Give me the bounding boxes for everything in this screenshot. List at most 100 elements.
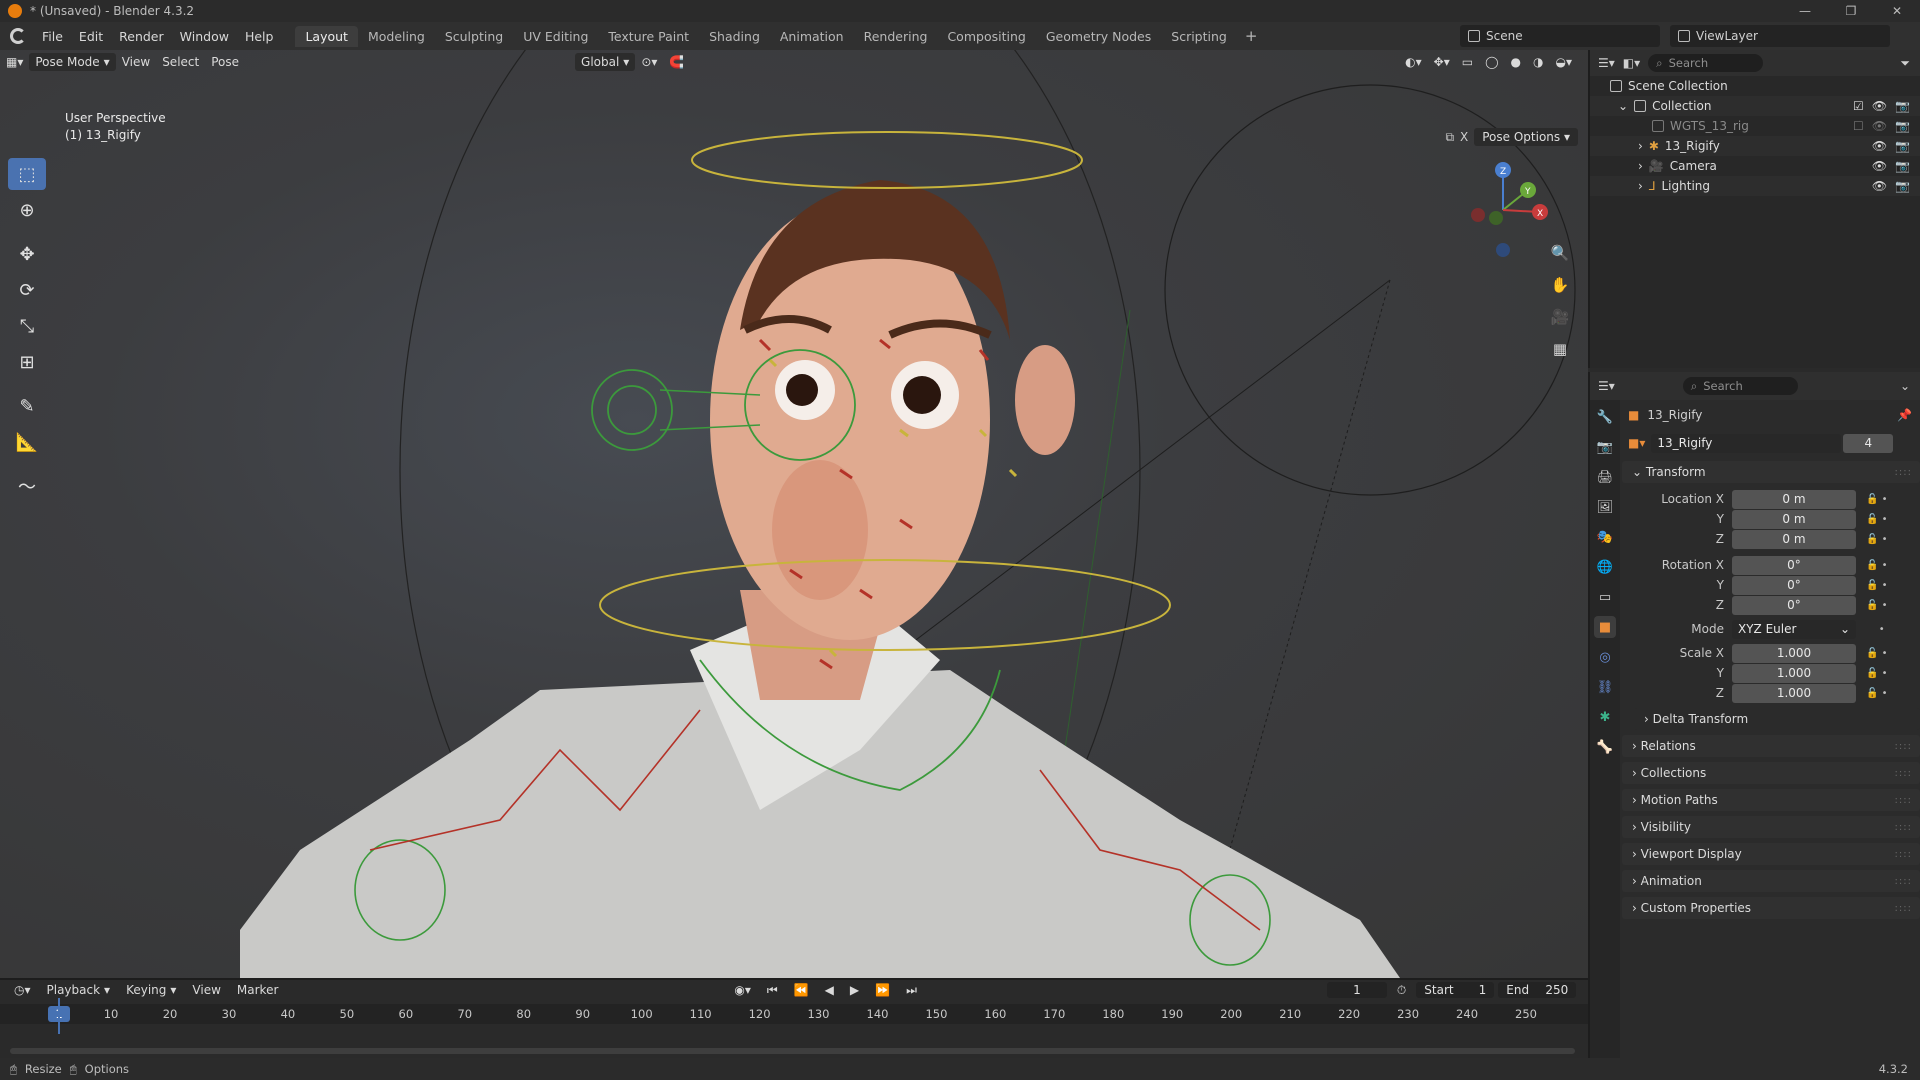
rig-head-control[interactable] [691, 131, 1083, 189]
pose-options-button[interactable]: Pose Options ▾ [1474, 128, 1578, 146]
datablock-browse-icon[interactable]: ■▾ [1628, 436, 1645, 450]
pivot-icon[interactable]: ⊙▾ [635, 53, 663, 71]
tab-modeling[interactable]: Modeling [358, 26, 435, 47]
overlay-icon[interactable]: ◐▾ [1399, 53, 1428, 71]
tab-scripting[interactable]: Scripting [1161, 26, 1237, 47]
scale-x-field[interactable]: 1.000 [1732, 643, 1856, 663]
tab-animation[interactable]: Animation [770, 26, 854, 47]
eye-icon[interactable]: 👁 [1872, 119, 1887, 133]
add-workspace-button[interactable]: + [1237, 27, 1266, 45]
shading-rendered-icon[interactable]: ◒▾ [1550, 53, 1579, 71]
menu-select[interactable]: Select [156, 53, 205, 71]
outliner-item-lighting[interactable]: › ⅃ Lighting 👁 📷 [1590, 176, 1920, 196]
rotation-z-field[interactable]: 0° [1732, 595, 1856, 615]
play-icon[interactable]: ▶ [844, 981, 865, 999]
menu-help[interactable]: Help [237, 29, 282, 44]
render-camera-icon[interactable]: 📷 [1895, 179, 1910, 193]
tab-rendering[interactable]: Rendering [854, 26, 938, 47]
scale-y-field[interactable]: 1.000 [1732, 663, 1856, 683]
play-reverse-icon[interactable]: ◀ [819, 981, 840, 999]
measure-tool-icon[interactable]: 📐 [8, 426, 46, 458]
move-tool-icon[interactable]: ✥ [8, 238, 46, 270]
scale-tool-icon[interactable]: ⤡ [8, 310, 46, 342]
location-z-field[interactable]: 0 m [1732, 529, 1856, 549]
location-y-field[interactable]: 0 m [1732, 509, 1856, 529]
output-tab-icon[interactable]: 🖨 [1594, 466, 1616, 488]
tab-sculpting[interactable]: Sculpting [435, 26, 513, 47]
panel-motion-paths[interactable]: › Motion Paths :::: [1622, 789, 1920, 811]
lock-icon[interactable]: 🔓 • [1866, 494, 1888, 505]
users-count[interactable]: 4 [1843, 433, 1894, 453]
mode-dropdown[interactable]: Pose Mode ▾ [29, 53, 116, 71]
scale-z-field[interactable]: 1.000 [1732, 683, 1856, 703]
tool-tab-icon[interactable]: 🔧 [1594, 406, 1616, 428]
select-box-tool-icon[interactable]: ⬚ [8, 158, 46, 190]
panel-relations[interactable]: › Relations :::: [1622, 735, 1920, 757]
render-camera-icon[interactable]: 📷 [1895, 119, 1910, 133]
drag-handle-icon[interactable]: :::: [1895, 795, 1912, 806]
scene-tab-icon[interactable]: 🎭 [1594, 526, 1616, 548]
next-keyframe-icon[interactable]: ⏩ [869, 981, 896, 999]
timeline-scrollbar[interactable] [10, 1048, 1575, 1054]
armature-data-tab-icon[interactable]: ✱ [1594, 706, 1616, 728]
maximize-button[interactable]: ❐ [1828, 0, 1874, 22]
timeline-editor-type-icon[interactable]: ◷▾ [8, 981, 37, 999]
drag-handle-icon[interactable]: :::: [1895, 741, 1912, 752]
panel-delta-transform[interactable]: › Delta Transform [1634, 708, 1920, 730]
minimize-button[interactable]: — [1782, 0, 1828, 22]
eye-icon[interactable]: 👁 [1872, 159, 1887, 173]
pan-hand-icon[interactable]: ✋ [1544, 272, 1576, 298]
drag-handle-icon[interactable]: :::: [1895, 822, 1912, 833]
snap-icon[interactable]: 🧲 [663, 53, 690, 71]
orientation-dropdown[interactable]: Global ▾ [575, 53, 636, 71]
outliner-collection[interactable]: ⌄ Collection ☑ 👁 📷 [1590, 96, 1920, 116]
view-layer-tab-icon[interactable]: 🖼 [1594, 496, 1616, 518]
close-button[interactable]: ✕ [1874, 0, 1920, 22]
outliner-item-wgts[interactable]: WGTS_13_rig ☐ 👁 📷 [1590, 116, 1920, 136]
lock-icon[interactable]: 🔓 • [1866, 648, 1888, 659]
jump-start-icon[interactable]: ⏮ [761, 981, 784, 1000]
transform-tool-icon[interactable]: ⊞ [8, 346, 46, 378]
outliner-display-mode-icon[interactable]: ◧▾ [1623, 56, 1640, 70]
filter-icon[interactable]: ⏷ [1900, 56, 1910, 71]
tab-shading[interactable]: Shading [699, 26, 770, 47]
lock-icon[interactable]: 🔓 • [1866, 580, 1888, 591]
tab-texture-paint[interactable]: Texture Paint [598, 26, 699, 47]
outliner-item-camera[interactable]: › 🎥 Camera 👁 📷 [1590, 156, 1920, 176]
chevron-right-icon[interactable]: › [1638, 179, 1643, 193]
render-camera-icon[interactable]: 📷 [1895, 159, 1910, 173]
render-camera-icon[interactable]: 📷 [1895, 139, 1910, 153]
timeline-ruler[interactable]: 1 10203040506070809010011012013014015016… [0, 1004, 1588, 1024]
playhead-line[interactable] [58, 998, 60, 1034]
rotation-x-field[interactable]: 0° [1732, 555, 1856, 575]
pin-icon[interactable]: 📌 [1897, 408, 1912, 422]
lock-icon[interactable]: 🔓 • [1866, 600, 1888, 611]
keyframe-dot-icon[interactable]: • [1866, 624, 1885, 635]
drag-handle-icon[interactable]: :::: [1895, 876, 1912, 887]
auto-key-icon[interactable]: ◉▾ [728, 981, 757, 999]
current-frame-field[interactable]: 1 [1326, 982, 1387, 998]
location-x-field[interactable]: 0 m [1732, 489, 1856, 509]
menu-file[interactable]: File [34, 29, 71, 44]
prev-keyframe-icon[interactable]: ⏪ [788, 981, 815, 999]
view-layer-selector[interactable]: ViewLayer [1670, 25, 1890, 47]
rig-eye-target-control[interactable] [591, 369, 673, 451]
chevron-right-icon[interactable]: › [1638, 139, 1643, 153]
marker-menu[interactable]: Marker [231, 981, 284, 999]
shading-solid-icon[interactable]: ● [1505, 53, 1527, 71]
rotation-mode-dropdown[interactable]: XYZ Euler ⌄ [1732, 619, 1856, 639]
cursor-tool-icon[interactable]: ⊕ [8, 194, 46, 226]
lock-icon[interactable]: 🔓 • [1866, 668, 1888, 679]
panel-viewport-display[interactable]: › Viewport Display :::: [1622, 843, 1920, 865]
rig-eye-target-inner[interactable] [607, 385, 657, 435]
menu-window[interactable]: Window [172, 29, 237, 44]
end-frame-field[interactable]: End 250 [1498, 982, 1577, 998]
tab-layout[interactable]: Layout [295, 25, 358, 47]
editor-type-button[interactable]: ▦▾ [0, 53, 29, 71]
panel-visibility[interactable]: › Visibility :::: [1622, 816, 1920, 838]
menu-view[interactable]: View [116, 53, 156, 71]
tab-uv-editing[interactable]: UV Editing [513, 26, 598, 47]
preview-range-icon[interactable]: ⏱ [1391, 981, 1412, 1000]
outliner-editor-type-icon[interactable]: ☰▾ [1598, 56, 1615, 70]
panel-collections[interactable]: › Collections :::: [1622, 762, 1920, 784]
